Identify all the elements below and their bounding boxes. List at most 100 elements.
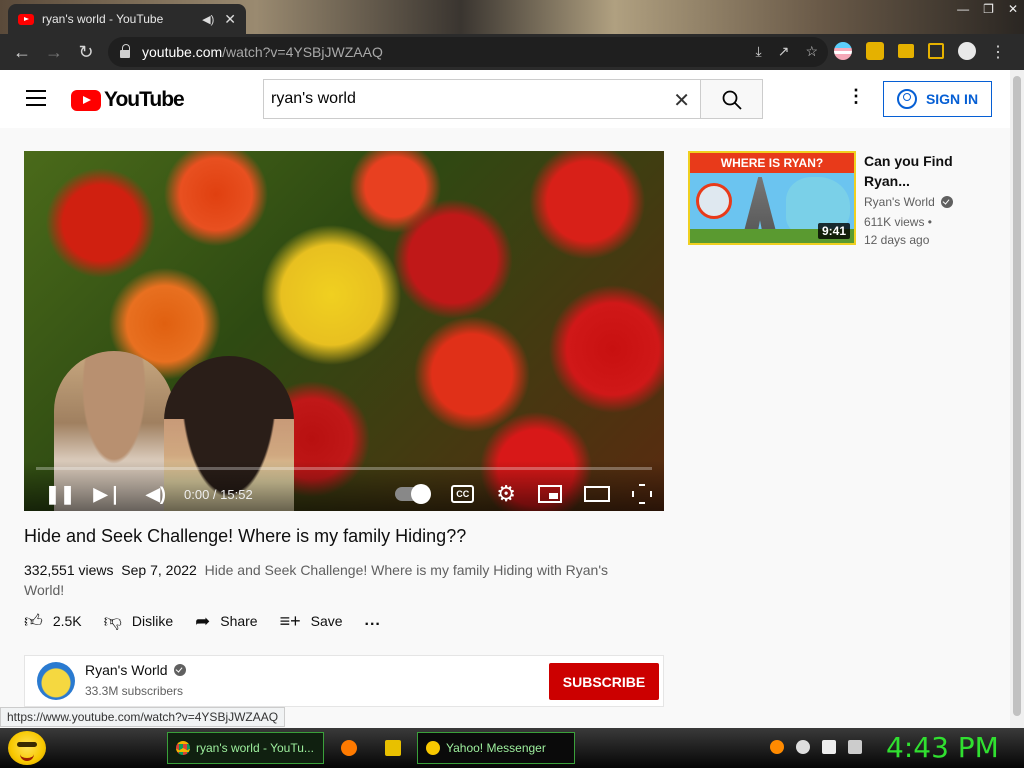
address-bar-icons: ⤓ ↗ ☆ [756, 43, 819, 60]
captions-icon[interactable]: CC [451, 485, 475, 503]
forward-arrow-icon[interactable]: → [38, 42, 70, 63]
recommended-title[interactable]: Can you Find Ryan... [864, 151, 984, 191]
video-actions: 👍︎ 2.5K 👎︎ Dislike ➦ Share ≡+ Save ... [24, 610, 403, 632]
share-page-icon[interactable]: ↗ [778, 43, 790, 60]
autoplay-toggle[interactable] [395, 484, 432, 504]
recommended-video[interactable]: WHERE IS RYAN? 9:41 Can you Find Ryan...… [688, 151, 988, 247]
bookmark-star-icon[interactable]: ☆ [805, 43, 818, 60]
player-controls: ❚❚ ▶❘ ◀) 0:00 / 15:52 CC ⚙ [24, 461, 664, 511]
settings-gear-icon[interactable]: ⚙ [496, 481, 516, 507]
taskbar-item-label: Yahoo! Messenger [446, 741, 546, 755]
close-window-icon[interactable]: ✕ [1008, 2, 1018, 16]
share-label: Share [220, 613, 258, 629]
sign-in-label: SIGN IN [925, 91, 979, 107]
thumbnail-circle [696, 183, 732, 219]
next-icon[interactable]: ▶❘ [84, 484, 132, 505]
settings-kebab-icon[interactable]: ⋮ [847, 86, 865, 107]
network-icon[interactable] [822, 740, 836, 754]
recommended-age: 12 days ago [864, 233, 930, 247]
url-path: /watch?v=4YSBjJWZAAQ [222, 44, 383, 60]
channel-avatar[interactable] [37, 662, 75, 700]
scrollbar-thumb[interactable] [1013, 76, 1021, 716]
folder-icon[interactable] [385, 740, 401, 756]
tab-title: ryan's world - YouTube [42, 12, 164, 26]
taskbar-item-browser[interactable]: ryan's world - YouTu... [167, 732, 324, 764]
player-right-controls: CC ⚙ [395, 479, 652, 509]
thumbs-down-icon: 👎︎ [103, 611, 122, 631]
taskbar-item-messenger[interactable]: Yahoo! Messenger [417, 732, 575, 764]
minus-tray-icon[interactable] [796, 740, 810, 754]
extension-icons: ⋮ [834, 42, 1006, 61]
volume-icon[interactable]: ◀) [132, 484, 180, 505]
start-smiley-icon[interactable] [8, 731, 46, 765]
recommended-channel-name: Ryan's World [864, 195, 935, 209]
browser-tabstrip: ryan's world - YouTube ◀) ✕ — ❐ ✕ [0, 0, 1024, 34]
volume-tray-icon[interactable] [848, 740, 862, 754]
sign-in-button[interactable]: SIGN IN [883, 81, 992, 117]
video-duration: 9:41 [817, 223, 850, 239]
save-button[interactable]: ≡+ Save [280, 611, 343, 632]
miniplayer-icon[interactable] [538, 485, 562, 503]
share-arrow-icon: ➦ [195, 610, 211, 631]
like-button[interactable]: 👍︎ 2.5K [24, 610, 82, 632]
lock-icon [120, 44, 130, 58]
side-panel-icon[interactable] [928, 43, 944, 59]
search-input[interactable]: ryan's world ✕ [263, 79, 700, 119]
reload-icon[interactable]: ↻ [70, 42, 102, 63]
close-tab-icon[interactable]: ✕ [224, 11, 236, 28]
search-icon [722, 90, 742, 110]
subscriber-count: 33.3M subscribers [85, 684, 184, 698]
profile-icon[interactable] [958, 42, 976, 60]
hamburger-menu-icon[interactable] [26, 90, 46, 111]
screen: ryan's world - YouTube ◀) ✕ — ❐ ✕ ← → ↻ … [0, 0, 1024, 768]
puzzle-extensions-icon[interactable] [866, 42, 884, 60]
youtube-logo[interactable]: YouTube [71, 88, 185, 112]
save-label: Save [310, 613, 343, 629]
system-tray [770, 740, 862, 754]
back-arrow-icon[interactable]: ← [6, 42, 38, 63]
pause-icon[interactable]: ❚❚ [36, 484, 84, 505]
channel-card: Ryan's World 33.3M subscribers SUBSCRIBE [24, 655, 664, 707]
recommended-thumbnail[interactable]: WHERE IS RYAN? 9:41 [688, 151, 856, 245]
dislike-button[interactable]: 👎︎ Dislike [104, 610, 174, 632]
search-tray-icon[interactable] [770, 740, 784, 754]
more-actions-button[interactable]: ... [365, 612, 381, 630]
taskbar-clock: 4:43 PM [886, 731, 999, 764]
flag-extension-icon[interactable] [834, 42, 852, 60]
browser-menu-icon[interactable]: ⋮ [990, 42, 1006, 61]
recommended-views: 611K views • [864, 215, 933, 229]
minimize-icon[interactable]: — [957, 2, 969, 16]
restore-icon[interactable]: ❐ [983, 2, 994, 16]
messenger-smiley-icon [426, 741, 440, 755]
player-control-row: ❚❚ ▶❘ ◀) 0:00 / 15:52 CC ⚙ [24, 479, 664, 509]
subscribe-button[interactable]: SUBSCRIBE [549, 663, 659, 700]
upload-date: Sep 7, 2022 [121, 562, 197, 578]
theater-mode-icon[interactable] [584, 486, 610, 502]
address-bar[interactable]: youtube.com/watch?v=4YSBjJWZAAQ ⤓ ↗ ☆ [108, 37, 828, 67]
verified-check-icon [173, 664, 186, 676]
thumbnail-banner: WHERE IS RYAN? [720, 156, 824, 170]
progress-bar[interactable] [36, 467, 652, 470]
search-query: ryan's world [271, 90, 356, 107]
browser-toolbar: ← → ↻ youtube.com/watch?v=4YSBjJWZAAQ ⤓ … [0, 34, 1024, 70]
fullscreen-icon[interactable] [632, 484, 652, 504]
video-player[interactable]: ❚❚ ▶❘ ◀) 0:00 / 15:52 CC ⚙ [24, 151, 664, 511]
channel-name[interactable]: Ryan's World [85, 662, 186, 678]
page-scrollbar[interactable] [1010, 70, 1024, 728]
recommended-stats: 611K views • 12 days ago [864, 213, 964, 249]
taskbar: ryan's world - YouTu... Yahoo! Messenger… [0, 728, 1024, 768]
youtube-logo-icon [71, 89, 101, 111]
speaker-icon[interactable]: ◀) [202, 13, 214, 26]
view-count: 332,551 views [24, 562, 114, 578]
reading-list-icon[interactable] [898, 44, 914, 58]
clear-search-icon[interactable]: ✕ [673, 88, 690, 113]
browser-tab[interactable]: ryan's world - YouTube ◀) ✕ [8, 4, 246, 34]
firefox-icon[interactable] [341, 740, 357, 756]
install-icon[interactable]: ⤓ [756, 43, 762, 60]
video-meta[interactable]: 332,551 views Sep 7, 2022 Hide and Seek … [24, 560, 624, 600]
search-button[interactable] [700, 79, 763, 119]
thumbs-up-icon: 👍︎ [24, 611, 43, 631]
share-button[interactable]: ➦ Share [195, 611, 257, 632]
video-title: Hide and Seek Challenge! Where is my fam… [24, 526, 467, 546]
recommended-channel[interactable]: Ryan's World [864, 195, 953, 209]
